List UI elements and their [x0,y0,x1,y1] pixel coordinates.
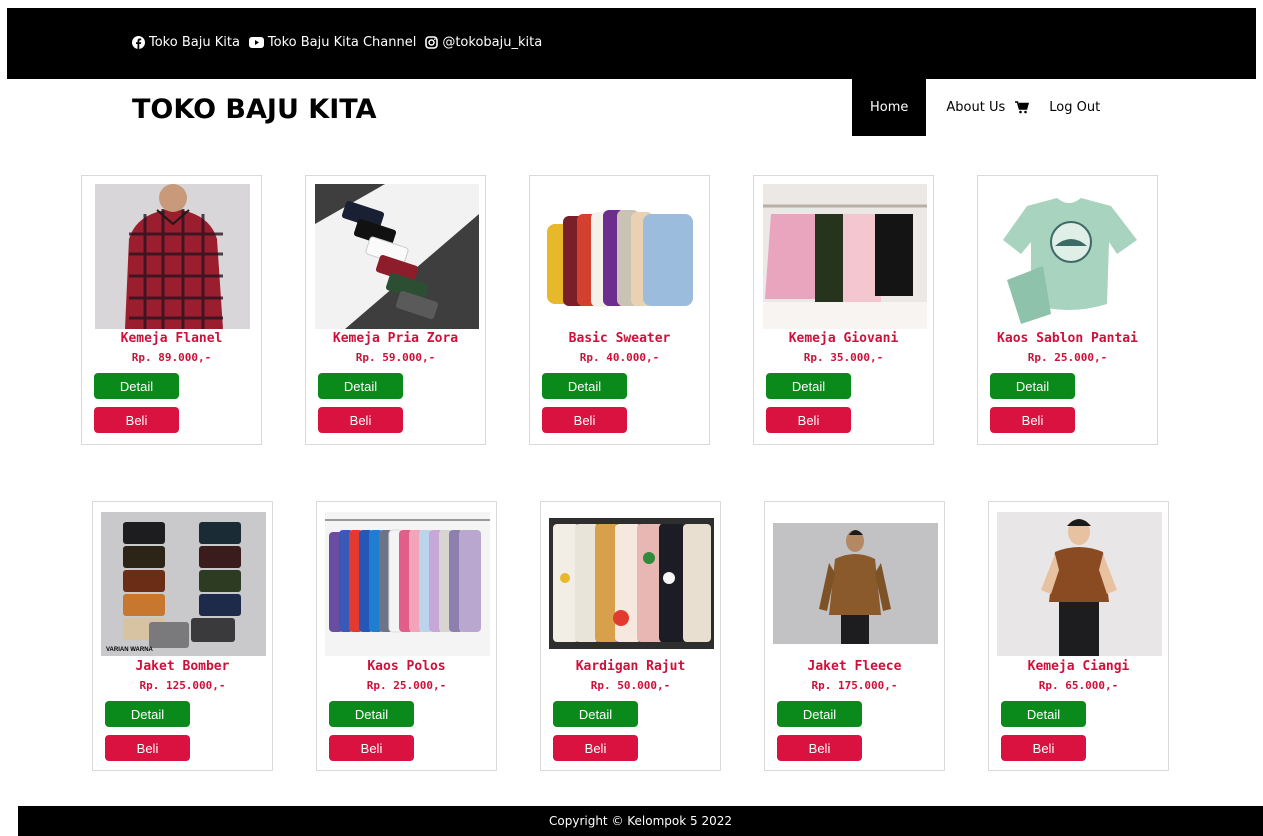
instagram-link[interactable]: @tokobaju_kita [425,35,542,50]
product-card: Kemeja Giovani Rp. 35.000,- Detail Beli [753,175,934,445]
product-card: Kemeja Pria Zora Rp. 59.000,- Detail Bel… [305,175,486,445]
product-name[interactable]: Kaos Polos [317,659,496,674]
social-topbar: Toko Baju Kita Toko Baju Kita Channel @t… [7,8,1256,79]
youtube-link[interactable]: Toko Baju Kita Channel [248,35,417,50]
product-price: Rp. 65.000,- [1038,679,1119,692]
detail-button[interactable]: Detail [766,373,851,399]
product-name[interactable]: Kemeja Flanel [82,331,261,346]
product-image[interactable] [315,184,479,329]
product-price: Rp. 25.000,- [366,679,447,692]
facebook-label: Toko Baju Kita [149,35,240,50]
detail-button[interactable]: Detail [94,373,179,399]
detail-button[interactable]: Detail [1001,701,1086,727]
image-caption: VARIAN WARNA [106,647,153,653]
product-card: Kardigan Rajut Rp. 50.000,- Detail Beli [540,501,721,771]
buy-button[interactable]: Beli [94,407,179,433]
facebook-icon [132,36,145,49]
social-links: Toko Baju Kita Toko Baju Kita Channel @t… [132,35,551,50]
instagram-icon [425,36,439,49]
product-price: Rp. 40.000,- [579,351,660,364]
product-card: Kaos Polos Rp. 25.000,- Detail Beli [316,501,497,771]
product-price: Rp. 175.000,- [811,679,898,692]
buy-button[interactable]: Beli [105,735,190,761]
product-card: Jaket Fleece Rp. 175.000,- Detail Beli [764,501,945,771]
buy-button[interactable]: Beli [1001,735,1086,761]
detail-button[interactable]: Detail [990,373,1075,399]
facebook-link[interactable]: Toko Baju Kita [132,35,240,50]
product-name[interactable]: Kemeja Ciangi [989,659,1168,674]
footer: Copyright © Kelompok 5 2022 [18,806,1263,836]
product-card: Kaos Sablon Pantai Rp. 25.000,- Detail B… [977,175,1158,445]
buy-button[interactable]: Beli [318,407,403,433]
youtube-icon [248,37,264,48]
product-image[interactable] [773,523,938,644]
product-name[interactable]: Jaket Fleece [765,659,944,674]
product-image[interactable] [763,184,927,329]
product-price: Rp. 125.000,- [139,679,226,692]
youtube-label: Toko Baju Kita Channel [267,35,417,50]
buy-button[interactable]: Beli [553,735,638,761]
product-name[interactable]: Kardigan Rajut [541,659,720,674]
main-nav: Home About Us Log Out [852,79,1110,136]
product-name[interactable]: Basic Sweater [530,331,709,346]
brand-logo[interactable]: TOKO BAJU KITA [132,94,376,125]
detail-button[interactable]: Detail [542,373,627,399]
detail-button[interactable]: Detail [329,701,414,727]
detail-button[interactable]: Detail [318,373,403,399]
buy-button[interactable]: Beli [329,735,414,761]
detail-button[interactable]: Detail [553,701,638,727]
product-image[interactable] [539,184,703,329]
product-image[interactable]: VARIAN WARNA [101,512,266,656]
product-price: Rp. 35.000,- [803,351,884,364]
product-price: Rp. 89.000,- [131,351,212,364]
nav-about[interactable]: About Us [926,79,1015,136]
copyright-text: Copyright © Kelompok 5 2022 [549,814,732,828]
nav-home[interactable]: Home [852,79,927,136]
product-image[interactable] [549,518,714,649]
detail-button[interactable]: Detail [777,701,862,727]
product-card: VARIAN WARNA Jaket Bomber Rp. 125.000,- … [92,501,273,771]
product-image[interactable] [997,512,1162,656]
detail-button[interactable]: Detail [105,701,190,727]
product-card: Kemeja Flanel Rp. 89.000,- Detail Beli [81,175,262,445]
cart-link[interactable] [1015,79,1039,136]
product-price: Rp. 59.000,- [355,351,436,364]
instagram-label: @tokobaju_kita [442,35,543,50]
product-image[interactable] [987,184,1151,329]
product-card: Basic Sweater Rp. 40.000,- Detail Beli [529,175,710,445]
product-name[interactable]: Kemeja Pria Zora [306,331,485,346]
product-price: Rp. 25.000,- [1027,351,1108,364]
buy-button[interactable]: Beli [777,735,862,761]
nav-logout[interactable]: Log Out [1039,79,1110,136]
product-card: Kemeja Ciangi Rp. 65.000,- Detail Beli [988,501,1169,771]
cart-icon [1015,101,1030,114]
product-name[interactable]: Kaos Sablon Pantai [978,331,1157,346]
product-name[interactable]: Kemeja Giovani [754,331,933,346]
buy-button[interactable]: Beli [542,407,627,433]
product-image[interactable] [95,184,250,329]
product-name[interactable]: Jaket Bomber [93,659,272,674]
product-price: Rp. 50.000,- [590,679,671,692]
buy-button[interactable]: Beli [990,407,1075,433]
buy-button[interactable]: Beli [766,407,851,433]
product-image[interactable] [325,512,490,656]
